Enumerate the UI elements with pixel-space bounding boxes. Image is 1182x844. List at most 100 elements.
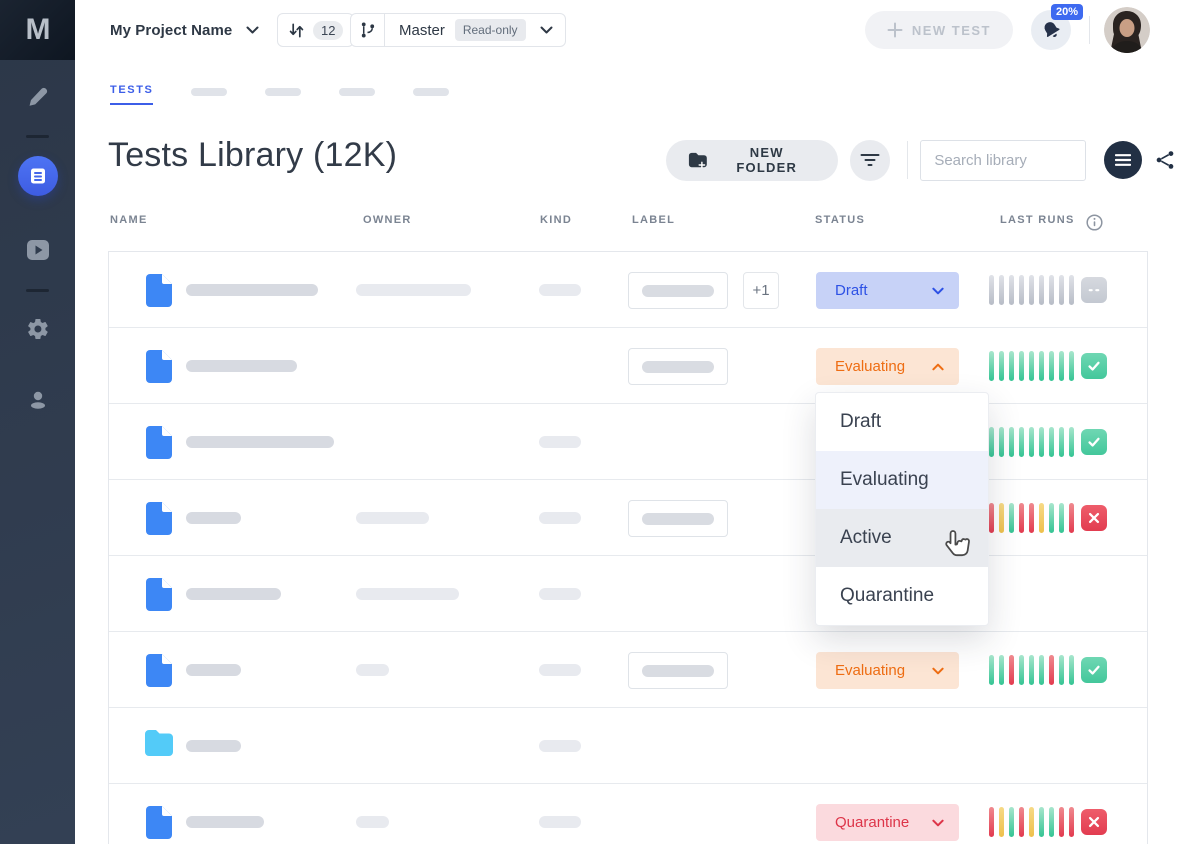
run-bar-red	[1019, 503, 1024, 533]
filter-button[interactable]	[850, 140, 891, 181]
run-bar-green	[1059, 351, 1064, 381]
table-row[interactable]: Evaluating	[109, 632, 1147, 708]
view-hierarchy-button[interactable]	[1148, 141, 1182, 179]
tests-table: +1DraftEvaluatingEvaluatingQuarantine	[108, 251, 1148, 844]
settings-gear-icon	[26, 317, 50, 341]
dropdown-option-draft[interactable]: Draft	[816, 393, 988, 451]
label-input[interactable]	[628, 500, 728, 537]
run-bar-red	[989, 807, 994, 837]
run-bar-green	[989, 427, 994, 457]
status-label: Evaluating	[835, 662, 905, 679]
filter-icon	[860, 153, 880, 167]
chevron-up-icon	[932, 363, 944, 371]
table-row[interactable]	[109, 556, 1147, 632]
run-bar-green	[1009, 427, 1014, 457]
search-input[interactable]	[920, 140, 1086, 181]
run-bar-red	[1029, 503, 1034, 533]
kind-skeleton	[539, 740, 581, 752]
run-result-pass[interactable]	[1081, 353, 1107, 379]
column-name: NAME	[110, 214, 148, 226]
run-result-pass[interactable]	[1081, 657, 1107, 683]
folder-icon-cell	[145, 730, 173, 761]
compare-changes-button[interactable]: 12	[277, 13, 354, 47]
tab-skeleton[interactable]	[265, 88, 301, 96]
table-row[interactable]	[109, 480, 1147, 556]
sidebar-item-runs[interactable]	[0, 239, 75, 261]
last-runs[interactable]	[989, 503, 1107, 533]
run-bar-yellow	[999, 503, 1004, 533]
app-logo[interactable]: M	[0, 0, 75, 60]
page-title: Tests Library (12K)	[108, 136, 397, 175]
run-bar-green	[1039, 351, 1044, 381]
run-bar-green	[1049, 503, 1054, 533]
sidebar-item-user[interactable]	[0, 388, 75, 412]
new-folder-button[interactable]: NEW FOLDER	[666, 140, 838, 181]
dropdown-option-active[interactable]: Active	[816, 509, 988, 567]
label-input[interactable]	[628, 348, 728, 385]
user-avatar[interactable]	[1104, 7, 1150, 53]
run-result-fail[interactable]	[1081, 505, 1107, 531]
readonly-badge: Read-only	[455, 19, 526, 41]
run-result-pass[interactable]	[1081, 429, 1107, 455]
sidebar-item-edit[interactable]	[0, 86, 75, 109]
new-test-button[interactable]: NEW TEST	[865, 11, 1013, 49]
run-result-fail[interactable]	[1081, 809, 1107, 835]
tab-skeleton[interactable]	[191, 88, 227, 96]
table-row[interactable]: +1 Draft	[109, 252, 1147, 328]
folder-plus-icon	[688, 152, 708, 169]
last-runs[interactable]	[989, 275, 1107, 305]
tab-skeleton[interactable]	[413, 88, 449, 96]
branch-selector[interactable]: Master Read-only	[350, 13, 566, 47]
run-bar-gray	[1069, 275, 1074, 305]
file-icon-cell	[145, 654, 172, 692]
run-bar-green	[989, 655, 994, 685]
label-input[interactable]	[628, 272, 728, 309]
project-switcher[interactable]: My Project Name	[110, 0, 259, 60]
last-runs[interactable]	[989, 807, 1107, 837]
owner-skeleton	[356, 284, 471, 296]
run-bar-green	[989, 351, 994, 381]
table-row[interactable]: Evaluating	[109, 328, 1147, 404]
extra-labels-badge[interactable]: +1	[743, 272, 779, 309]
branch-name: Master	[399, 22, 445, 39]
info-icon[interactable]	[1086, 214, 1103, 234]
name-skeleton	[186, 588, 281, 600]
plus-icon	[887, 22, 903, 38]
chevron-down-icon	[246, 26, 259, 34]
run-bar-green	[999, 351, 1004, 381]
status-dropdown-button[interactable]: Quarantine	[816, 804, 959, 841]
column-status: STATUS	[815, 214, 865, 226]
sidebar-item-settings[interactable]	[0, 317, 75, 341]
run-result-pending[interactable]	[1081, 277, 1107, 303]
topbar-right: NEW TEST 20%	[865, 0, 1182, 60]
tab-skeleton[interactable]	[339, 88, 375, 96]
status-dropdown-button[interactable]: Draft	[816, 272, 959, 309]
table-row[interactable]: Quarantine	[109, 784, 1147, 844]
run-bar-green	[999, 427, 1004, 457]
status-dropdown-button[interactable]: Evaluating	[816, 652, 959, 689]
last-runs[interactable]	[989, 655, 1107, 685]
status-dropdown-menu: DraftEvaluatingActiveQuarantine	[815, 392, 989, 626]
sidebar-item-tests-library[interactable]	[0, 156, 75, 196]
tab-tests[interactable]: TESTS	[110, 84, 153, 105]
run-bar-green	[1009, 351, 1014, 381]
view-list-button[interactable]	[1104, 141, 1142, 179]
status-dropdown-button[interactable]: Evaluating	[816, 348, 959, 385]
label-input[interactable]	[628, 652, 728, 689]
name-skeleton	[186, 512, 241, 524]
table-row[interactable]	[109, 708, 1147, 784]
last-runs[interactable]	[989, 351, 1107, 381]
run-bar-green	[1059, 427, 1064, 457]
check-icon	[1086, 434, 1102, 450]
dropdown-option-evaluating[interactable]: Evaluating	[816, 451, 988, 509]
table-row[interactable]	[109, 404, 1147, 480]
label-skeleton	[642, 513, 714, 525]
file-icon	[145, 350, 172, 383]
chevron-down-icon	[932, 667, 944, 675]
tests-library-icon	[29, 167, 47, 185]
last-runs[interactable]	[989, 427, 1107, 457]
run-bar-green	[1019, 655, 1024, 685]
dropdown-option-quarantine[interactable]: Quarantine	[816, 567, 988, 625]
file-icon-cell	[145, 274, 172, 312]
file-icon	[145, 502, 172, 535]
